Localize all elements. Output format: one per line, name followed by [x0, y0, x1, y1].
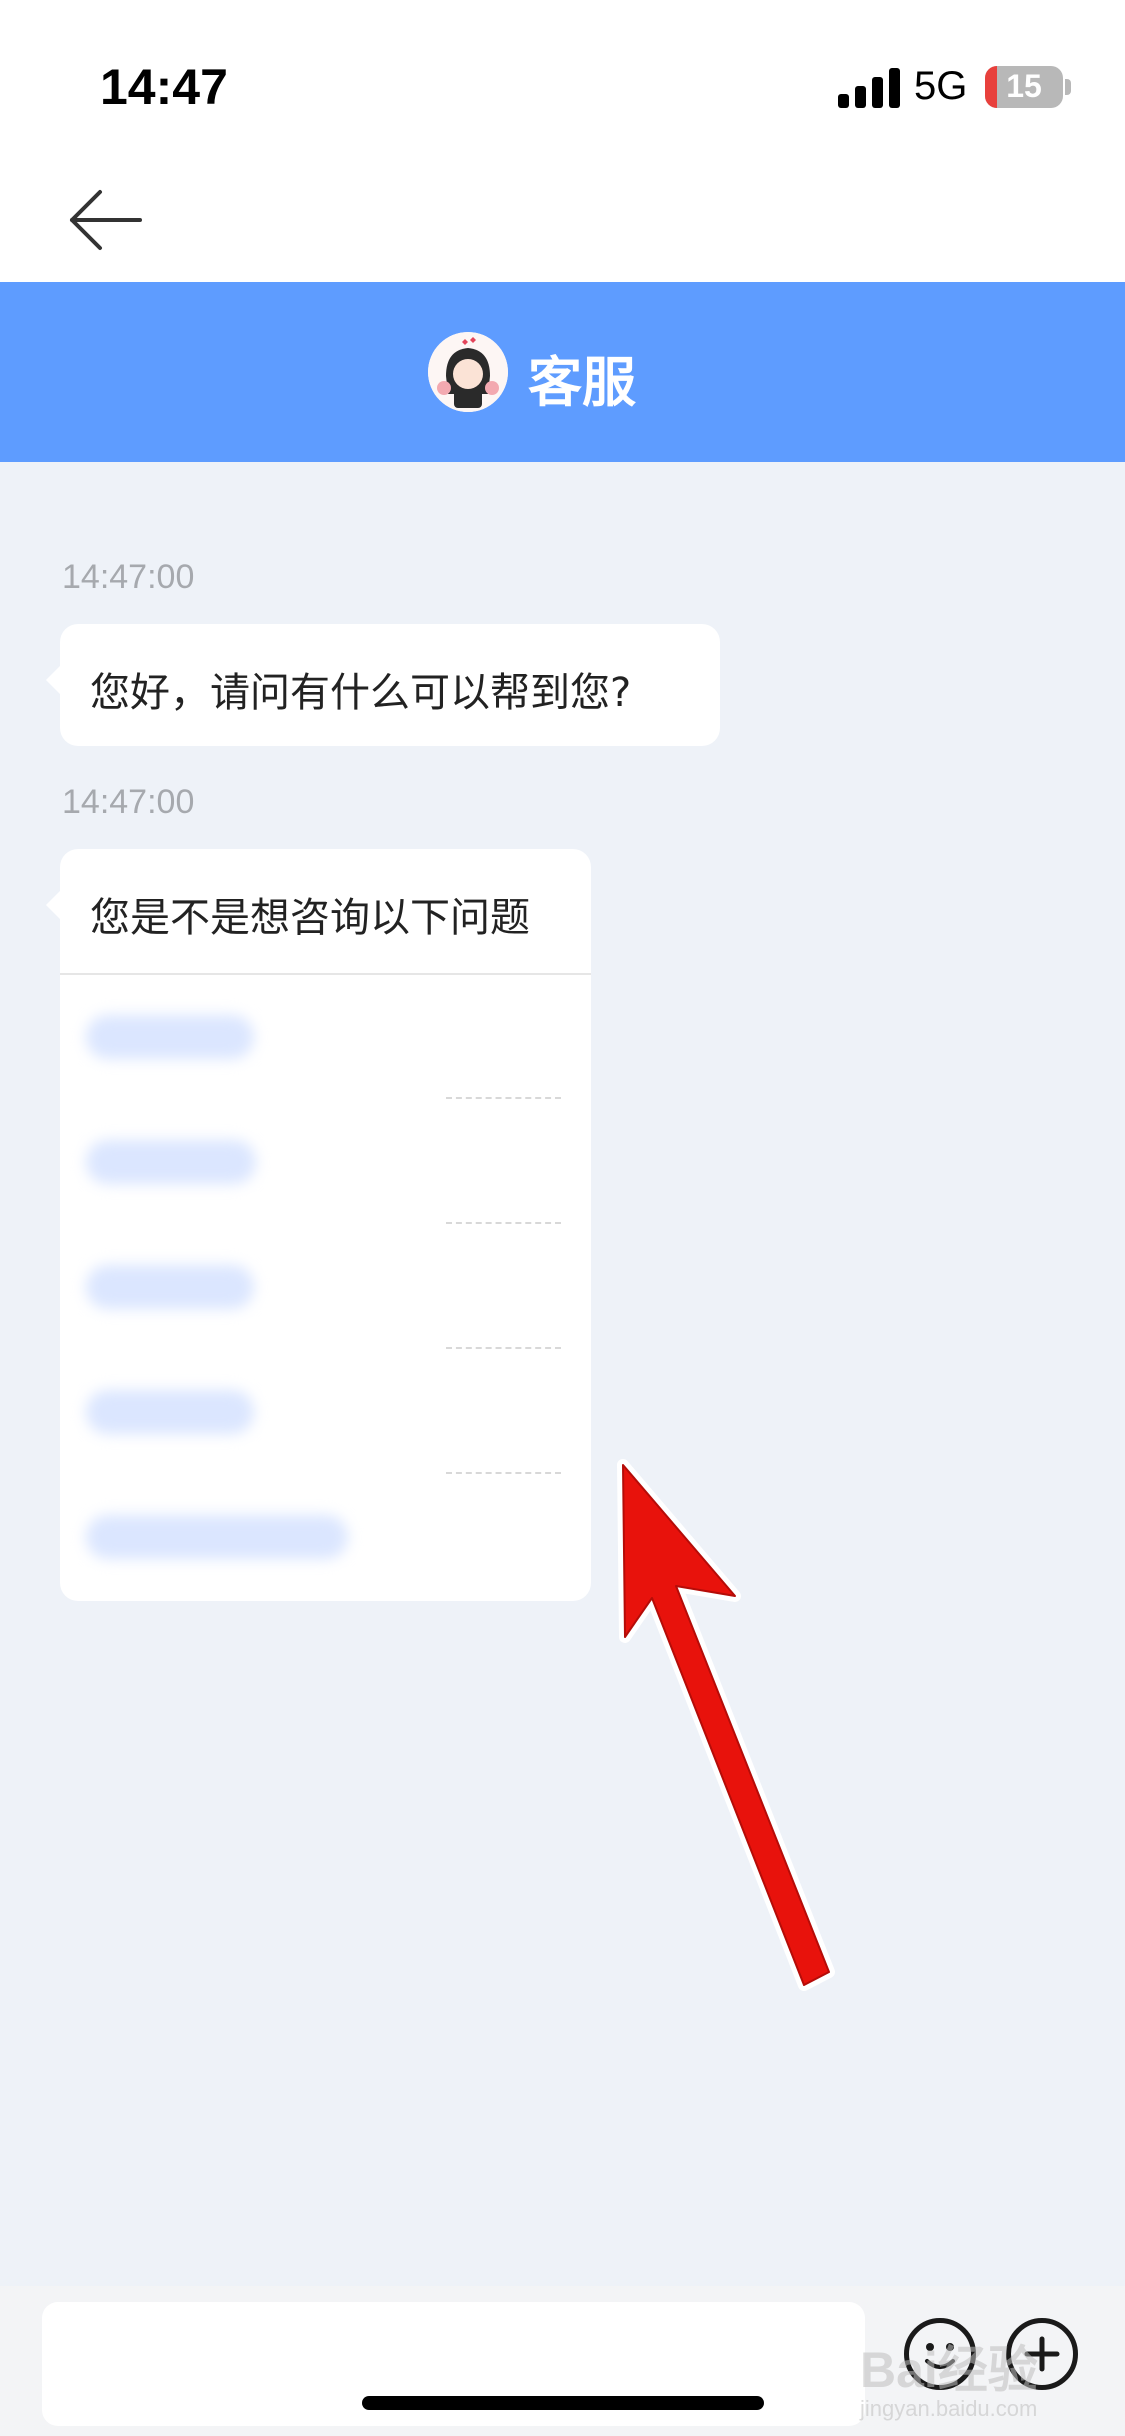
back-button[interactable]	[60, 180, 150, 260]
suggested-question[interactable]	[86, 1390, 254, 1434]
page-title: 客服	[528, 351, 636, 414]
message-text: 您是不是想咨询以下问题	[90, 895, 530, 941]
message-bubble: 您好，请问有什么可以帮到您?	[46, 624, 720, 746]
message-text: 您好，请问有什么可以帮到您?	[90, 670, 632, 716]
chat-screen: 14:47 5G 15 客服 14:47:00 您好，请问有什么可以帮到您? 1…	[0, 0, 1125, 2436]
suggested-question[interactable]	[86, 1515, 348, 1559]
suggested-question[interactable]	[86, 1265, 254, 1309]
message-timestamp: 14:47:00	[62, 783, 195, 821]
agent-avatar[interactable]	[428, 332, 508, 412]
battery-level: 15	[1006, 68, 1042, 104]
avatar-image	[428, 332, 508, 412]
battery-icon: 15	[985, 66, 1063, 108]
network-type: 5G	[914, 64, 968, 108]
question-separator	[446, 1097, 561, 1099]
status-bar: 14:47 5G 15	[0, 0, 1125, 150]
status-time: 14:47	[100, 59, 228, 115]
question-separator	[446, 1222, 561, 1224]
battery-cap	[1065, 79, 1071, 95]
message-timestamp: 14:47:00	[62, 558, 195, 596]
bubble-divider	[60, 973, 591, 975]
question-separator	[446, 1347, 561, 1349]
chat-header: 客服	[0, 282, 1125, 462]
watermark: Bai经验 jingyan.baidu.com	[860, 2330, 1038, 2422]
nav-bar	[0, 150, 1125, 282]
question-separator	[446, 1472, 561, 1474]
home-indicator[interactable]	[362, 2396, 764, 2410]
watermark-url: jingyan.baidu.com	[860, 2396, 1038, 2421]
suggested-question[interactable]	[86, 1140, 256, 1184]
arrow-left-icon	[70, 190, 142, 250]
suggested-question[interactable]	[86, 1015, 254, 1059]
watermark-brand: Bai经验	[860, 2342, 1038, 2398]
question-list-bubble: 您是不是想咨询以下问题	[46, 849, 591, 1601]
signal-icon	[838, 66, 900, 108]
